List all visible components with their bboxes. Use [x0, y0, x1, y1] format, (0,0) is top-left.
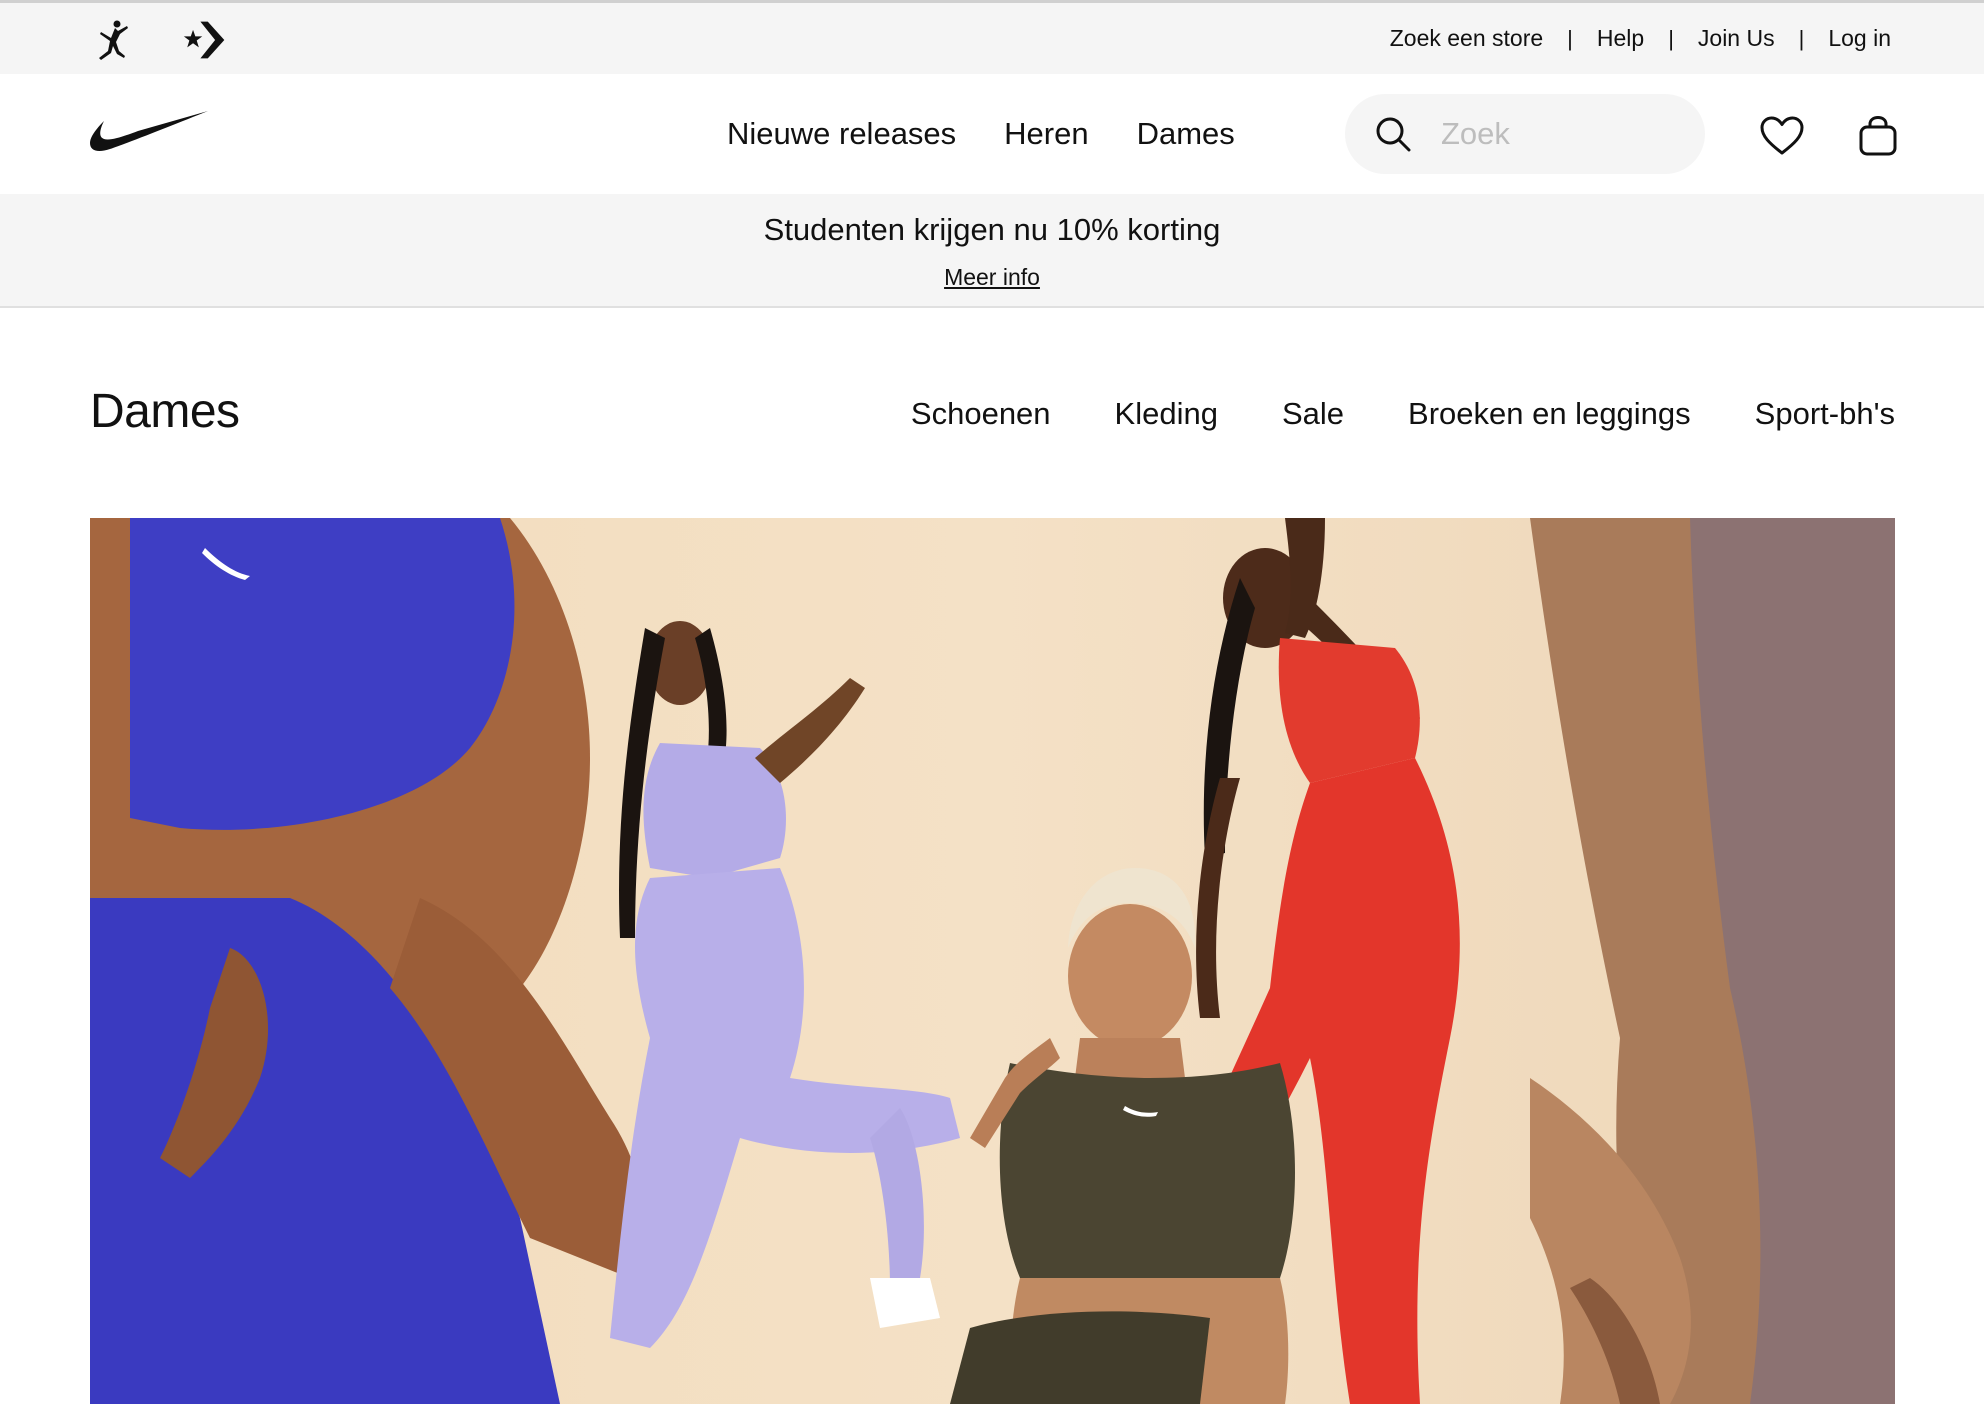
nav-new-releases[interactable]: Nieuwe releases [727, 116, 956, 152]
separator: | [1567, 25, 1573, 51]
hero-illustration [90, 518, 1895, 1404]
page-title: Dames [90, 385, 240, 438]
category-nav: Schoenen Kleding Sale Broeken en legging… [911, 396, 1895, 432]
category-shoes[interactable]: Schoenen [911, 396, 1051, 432]
separator: | [1668, 25, 1674, 51]
join-us-link[interactable]: Join Us [1694, 25, 1779, 52]
primary-nav-links: Nieuwe releases Heren Dames [727, 74, 1235, 194]
shopping-bag-icon[interactable] [1854, 112, 1902, 160]
search-icon[interactable] [1373, 114, 1413, 154]
converse-star-chevron-icon[interactable] [182, 17, 228, 63]
search-box[interactable] [1345, 94, 1705, 174]
hero-image[interactable] [90, 518, 1895, 1404]
promo-banner: Studenten krijgen nu 10% korting Meer in… [0, 194, 1984, 308]
jordan-jumpman-icon[interactable] [90, 17, 136, 63]
search-input[interactable] [1441, 116, 1671, 152]
nav-women[interactable]: Dames [1137, 116, 1235, 152]
utility-bar: Zoek een store | Help | Join Us | Log in [0, 3, 1984, 74]
heart-icon[interactable] [1758, 112, 1806, 160]
category-sale[interactable]: Sale [1282, 396, 1344, 432]
category-sports-bras[interactable]: Sport-bh's [1755, 396, 1895, 432]
utility-links: Zoek een store | Help | Join Us | Log in [1386, 3, 1895, 74]
main-navigation: Nieuwe releases Heren Dames [0, 74, 1984, 194]
promo-title: Studenten krijgen nu 10% korting [763, 212, 1221, 247]
category-clothing[interactable]: Kleding [1115, 396, 1218, 432]
category-pants-leggings[interactable]: Broeken en leggings [1408, 396, 1691, 432]
nike-swoosh-logo[interactable] [88, 109, 210, 155]
nav-men[interactable]: Heren [1004, 116, 1088, 152]
find-store-link[interactable]: Zoek een store [1386, 25, 1547, 52]
promo-more-info-link[interactable]: Meer info [0, 264, 1984, 291]
separator: | [1798, 25, 1805, 51]
help-link[interactable]: Help [1593, 25, 1648, 52]
login-link[interactable]: Log in [1824, 25, 1895, 52]
